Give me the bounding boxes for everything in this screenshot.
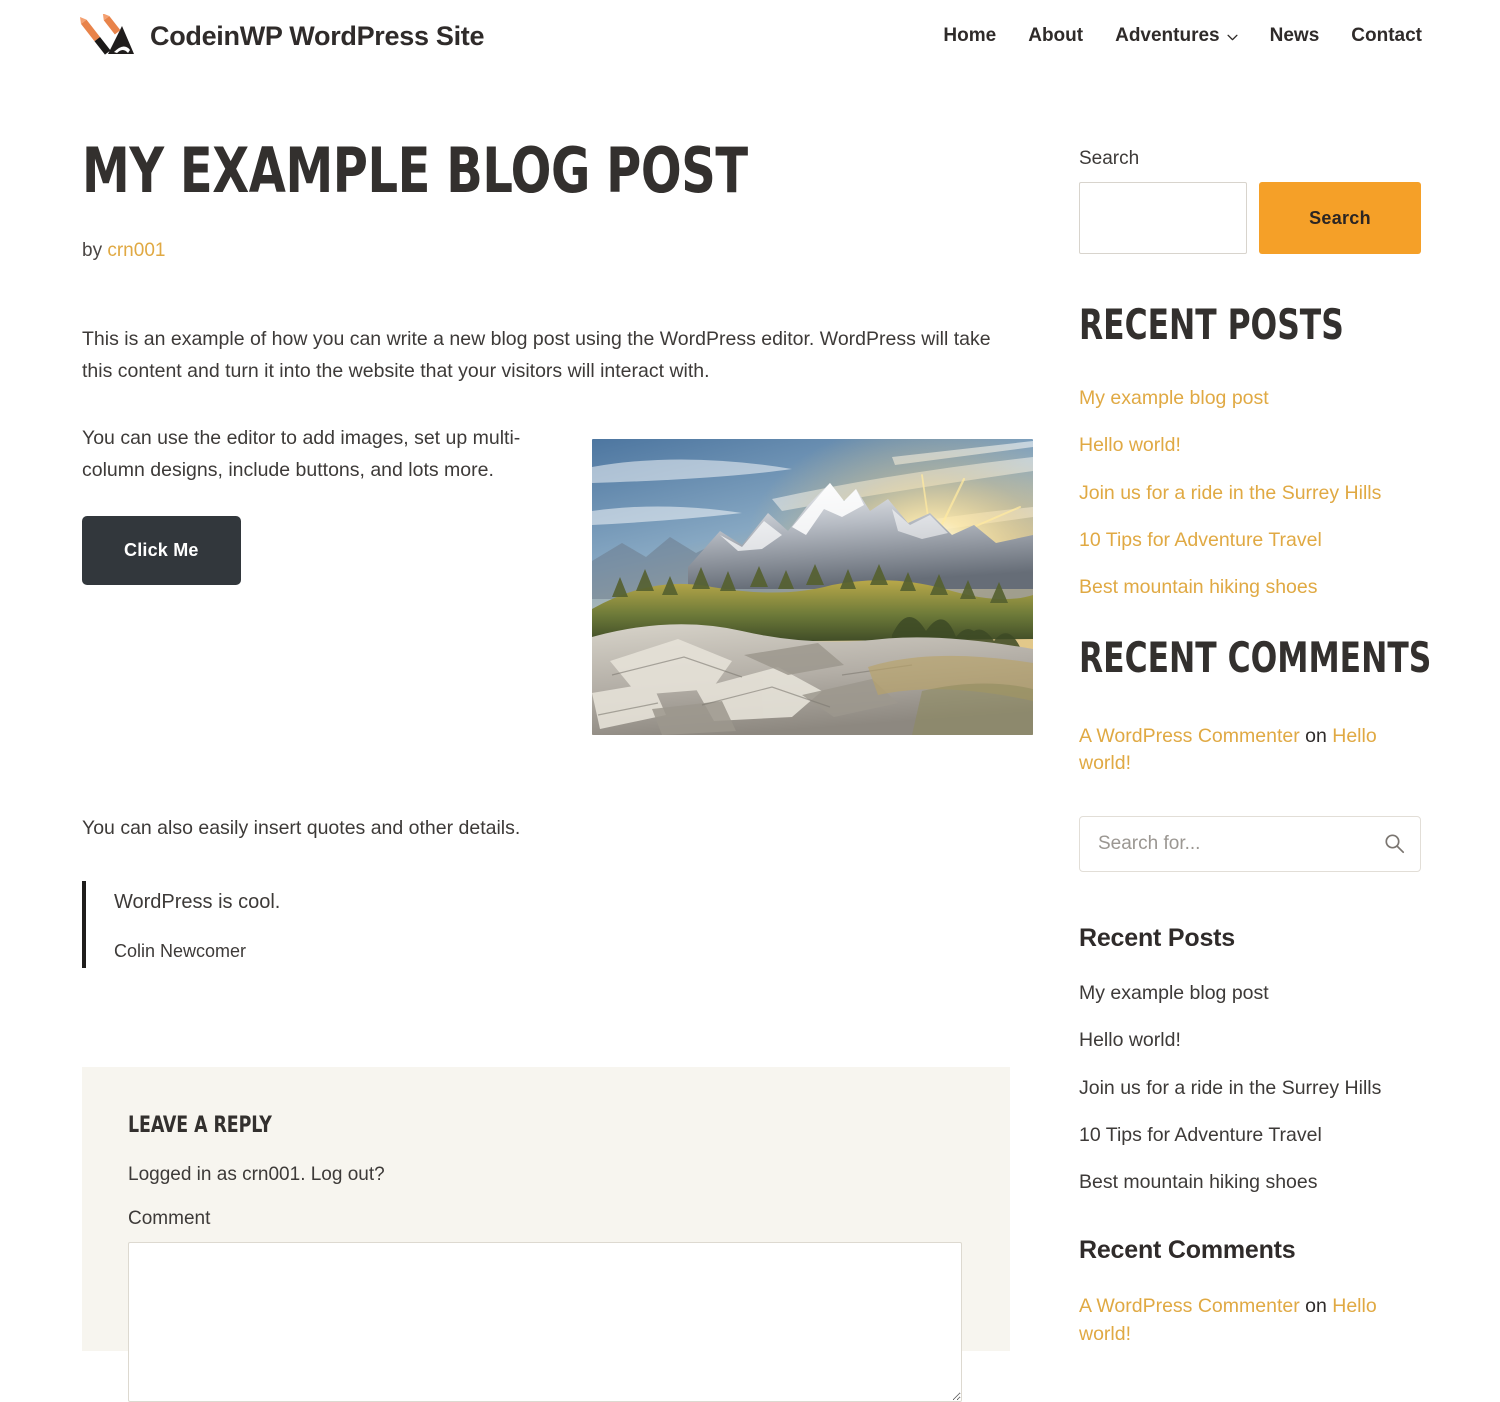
recent-comment-entry: A WordPress Commenter on Hello world!: [1079, 723, 1423, 778]
comment-author-link[interactable]: A WordPress Commenter: [1079, 725, 1300, 747]
comment-author-link[interactable]: A WordPress Commenter: [1079, 1295, 1300, 1317]
recent-comments-widget-secondary: Recent Comments A WordPress Commenter on…: [1079, 1236, 1423, 1348]
list-item: Hello world!: [1079, 433, 1423, 458]
recent-comments-heading: Recent Comments: [1079, 632, 1432, 682]
list-item: My example blog post: [1079, 386, 1423, 411]
quote-text: WordPress is cool.: [114, 890, 281, 913]
recent-post-link[interactable]: Join us for a ride in the Surrey Hills: [1079, 482, 1381, 504]
comment-field-label: Comment: [128, 1208, 211, 1229]
recent-comments-heading-secondary: Recent Comments: [1079, 1235, 1296, 1264]
recent-post-link[interactable]: Best mountain hiking shoes: [1079, 576, 1317, 598]
search-row: Search: [1079, 182, 1423, 254]
nav-label: Adventures: [1115, 25, 1220, 46]
site-title: CodeinWP WordPress Site: [150, 20, 485, 51]
recent-post-link[interactable]: 10 Tips for Adventure Travel: [1079, 529, 1322, 551]
recent-post-item[interactable]: My example blog post: [1079, 982, 1269, 1004]
recent-posts-widget: Recent Posts My example blog post Hello …: [1079, 304, 1423, 601]
list-item: Hello world!: [1079, 1028, 1423, 1053]
post-content-column: My example blog post by crn001 This is a…: [82, 134, 1033, 968]
text-image-row: You can use the editor to add images, se…: [82, 423, 1033, 751]
post-author-link[interactable]: crn001: [107, 240, 165, 261]
byline-prefix: by: [82, 240, 103, 261]
primary-navigation: Home About Adventures News Contact: [943, 25, 1422, 47]
click-me-button[interactable]: Click Me: [82, 516, 241, 586]
recent-posts-heading: Recent Posts: [1079, 300, 1344, 349]
nav-item-news[interactable]: News: [1270, 25, 1320, 47]
recent-post-item[interactable]: Join us for a ride in the Surrey Hills: [1079, 1077, 1381, 1099]
quote-citation: Colin Newcomer: [114, 940, 247, 961]
mountain-sunrise-photo: [592, 439, 1033, 736]
leave-a-reply-panel: Leave a Reply Logged in as crn001. Log o…: [82, 1067, 1010, 1402]
recent-comments-widget: Recent Comments A WordPress Commenter on…: [1079, 632, 1432, 778]
comment-textarea[interactable]: [128, 1242, 962, 1402]
search-submit-button[interactable]: Search: [1259, 182, 1421, 254]
search-label: Search: [1079, 148, 1140, 169]
recent-posts-heading-secondary: Recent Posts: [1079, 924, 1235, 953]
recent-posts-list: My example blog post Hello world! Join u…: [1079, 386, 1423, 601]
post-blockquote: WordPress is cool. Colin Newcomer: [82, 880, 1010, 968]
site-header: CodeinWP WordPress Site Home About Adven…: [0, 0, 1500, 72]
comment-on-text: on: [1299, 724, 1333, 747]
nav-label: Contact: [1351, 25, 1422, 46]
recent-posts-widget-secondary: Recent Posts My example blog post Hello …: [1079, 924, 1423, 1196]
list-item: Best mountain hiking shoes: [1079, 1170, 1423, 1195]
list-item: 10 Tips for Adventure Travel: [1079, 1123, 1423, 1148]
search-for-input[interactable]: [1079, 816, 1421, 873]
recent-post-item[interactable]: Best mountain hiking shoes: [1079, 1171, 1317, 1193]
recent-posts-list-secondary: My example blog post Hello world! Join u…: [1079, 981, 1423, 1196]
search-widget: Search Search: [1079, 148, 1423, 254]
logged-in-status: Logged in as crn001. Log out?: [128, 1164, 385, 1185]
list-item: My example blog post: [1079, 981, 1423, 1006]
list-item: 10 Tips for Adventure Travel: [1079, 528, 1423, 553]
sidebar: Search Search Recent Posts My example bl…: [1079, 148, 1432, 1348]
post-paragraph-1: This is an example of how you can write …: [82, 328, 991, 382]
pen-over-mountain-logo-icon: [80, 14, 134, 55]
list-item: Join us for a ride in the Surrey Hills: [1079, 481, 1423, 506]
recent-post-link[interactable]: My example blog post: [1079, 387, 1269, 409]
page-root: CodeinWP WordPress Site Home About Adven…: [0, 0, 1500, 1402]
nav-item-adventures[interactable]: Adventures: [1115, 25, 1238, 47]
search-box-widget: [1079, 816, 1423, 873]
post-paragraph-2: You can use the editor to add images, se…: [82, 427, 521, 481]
nav-item-home[interactable]: Home: [943, 25, 996, 47]
leave-a-reply-heading: Leave a Reply: [128, 1113, 272, 1138]
page-title: My example blog post: [82, 134, 748, 207]
nav-item-about[interactable]: About: [1028, 25, 1083, 47]
list-item: Join us for a ride in the Surrey Hills: [1079, 1076, 1423, 1101]
post-image: [592, 439, 1033, 736]
site-branding[interactable]: CodeinWP WordPress Site: [78, 14, 484, 58]
recent-post-item[interactable]: 10 Tips for Adventure Travel: [1079, 1124, 1322, 1146]
search-box-wrap: [1079, 816, 1421, 873]
nav-label: News: [1269, 25, 1320, 46]
nav-item-contact[interactable]: Contact: [1351, 25, 1422, 47]
list-item: Best mountain hiking shoes: [1079, 575, 1423, 600]
comment-on-text: on: [1299, 1294, 1333, 1317]
text-column: You can use the editor to add images, se…: [82, 423, 552, 586]
search-icon[interactable]: [1384, 833, 1405, 854]
post-byline: by crn001: [82, 240, 1010, 262]
post-paragraph-3: You can also easily insert quotes and ot…: [82, 817, 521, 840]
chevron-down-icon: [1227, 34, 1238, 41]
search-input[interactable]: [1079, 182, 1247, 254]
nav-label: About: [1028, 25, 1084, 46]
recent-post-link[interactable]: Hello world!: [1079, 434, 1181, 456]
recent-comment-entry-secondary: A WordPress Commenter on Hello world!: [1079, 1293, 1423, 1348]
nav-label: Home: [943, 25, 997, 46]
recent-post-item[interactable]: Hello world!: [1079, 1029, 1181, 1051]
